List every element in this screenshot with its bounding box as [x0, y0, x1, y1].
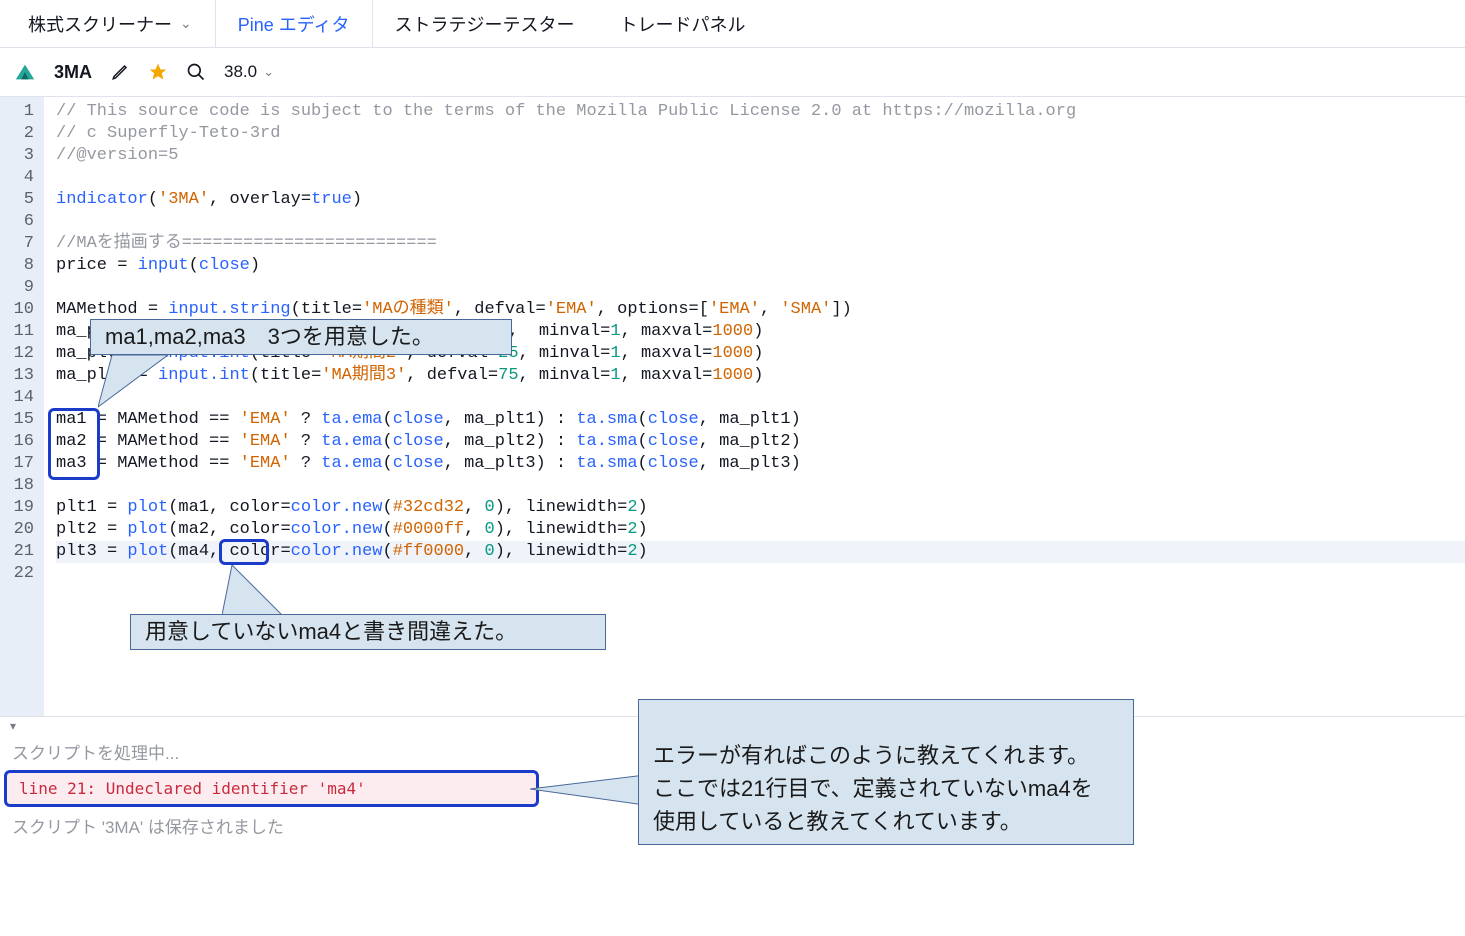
tab-trade-label: トレードパネル — [620, 11, 746, 37]
tab-screener[interactable]: 株式スクリーナー ⌄ — [6, 0, 215, 47]
line-gutter: 12345678910111213141516171819202122 — [0, 97, 44, 716]
panel-tabs: 株式スクリーナー ⌄ Pine エディタ ストラテジーテスター トレードパネル — [0, 0, 1465, 48]
callout-3: エラーが有ればこのように教えてくれます。 ここでは21行目で、定義されていないm… — [638, 699, 1134, 845]
editor-toolbar: 3MA 38.0 ⌄ — [0, 48, 1465, 96]
callout-3-pointer — [530, 775, 650, 815]
tab-pine-editor[interactable]: Pine エディタ — [215, 0, 373, 47]
tab-strategy-label: ストラテジーテスター — [395, 11, 575, 37]
script-name[interactable]: 3MA — [54, 62, 92, 83]
version-selector[interactable]: 38.0 ⌄ — [224, 62, 274, 82]
tab-strategy-tester[interactable]: ストラテジーテスター — [373, 0, 598, 47]
callout-1: ma1,ma2,ma3 3つを用意した。 — [90, 319, 512, 355]
tab-pine-label: Pine エディタ — [238, 11, 350, 37]
callout-1-text: ma1,ma2,ma3 3つを用意した。 — [105, 324, 434, 349]
code-editor[interactable]: 12345678910111213141516171819202122 // T… — [0, 96, 1465, 716]
tab-trade-panel[interactable]: トレードパネル — [598, 0, 769, 47]
callout-2-pointer — [222, 565, 302, 620]
favorite-icon[interactable] — [148, 62, 168, 82]
editor-status-area: ▾ スクリプトを処理中... line 21: Undeclared ident… — [0, 716, 1465, 842]
tab-screener-label: 株式スクリーナー — [28, 11, 172, 37]
chevron-down-icon: ⌄ — [180, 15, 192, 32]
search-icon[interactable] — [186, 62, 206, 82]
callout-2-text: 用意していないma4と書き間違えた。 — [145, 619, 517, 644]
callout-1-pointer — [98, 355, 178, 415]
script-logo-icon — [14, 61, 36, 83]
edit-icon[interactable] — [110, 62, 130, 82]
chevron-down-icon: ⌄ — [263, 64, 274, 80]
callout-2: 用意していないma4と書き間違えた。 — [130, 614, 606, 650]
version-label: 38.0 — [224, 62, 257, 82]
status-error[interactable]: line 21: Undeclared identifier 'ma4' — [4, 770, 539, 807]
callout-3-text: エラーが有ればこのように教えてくれます。 ここでは21行目で、定義されていないm… — [653, 743, 1093, 834]
